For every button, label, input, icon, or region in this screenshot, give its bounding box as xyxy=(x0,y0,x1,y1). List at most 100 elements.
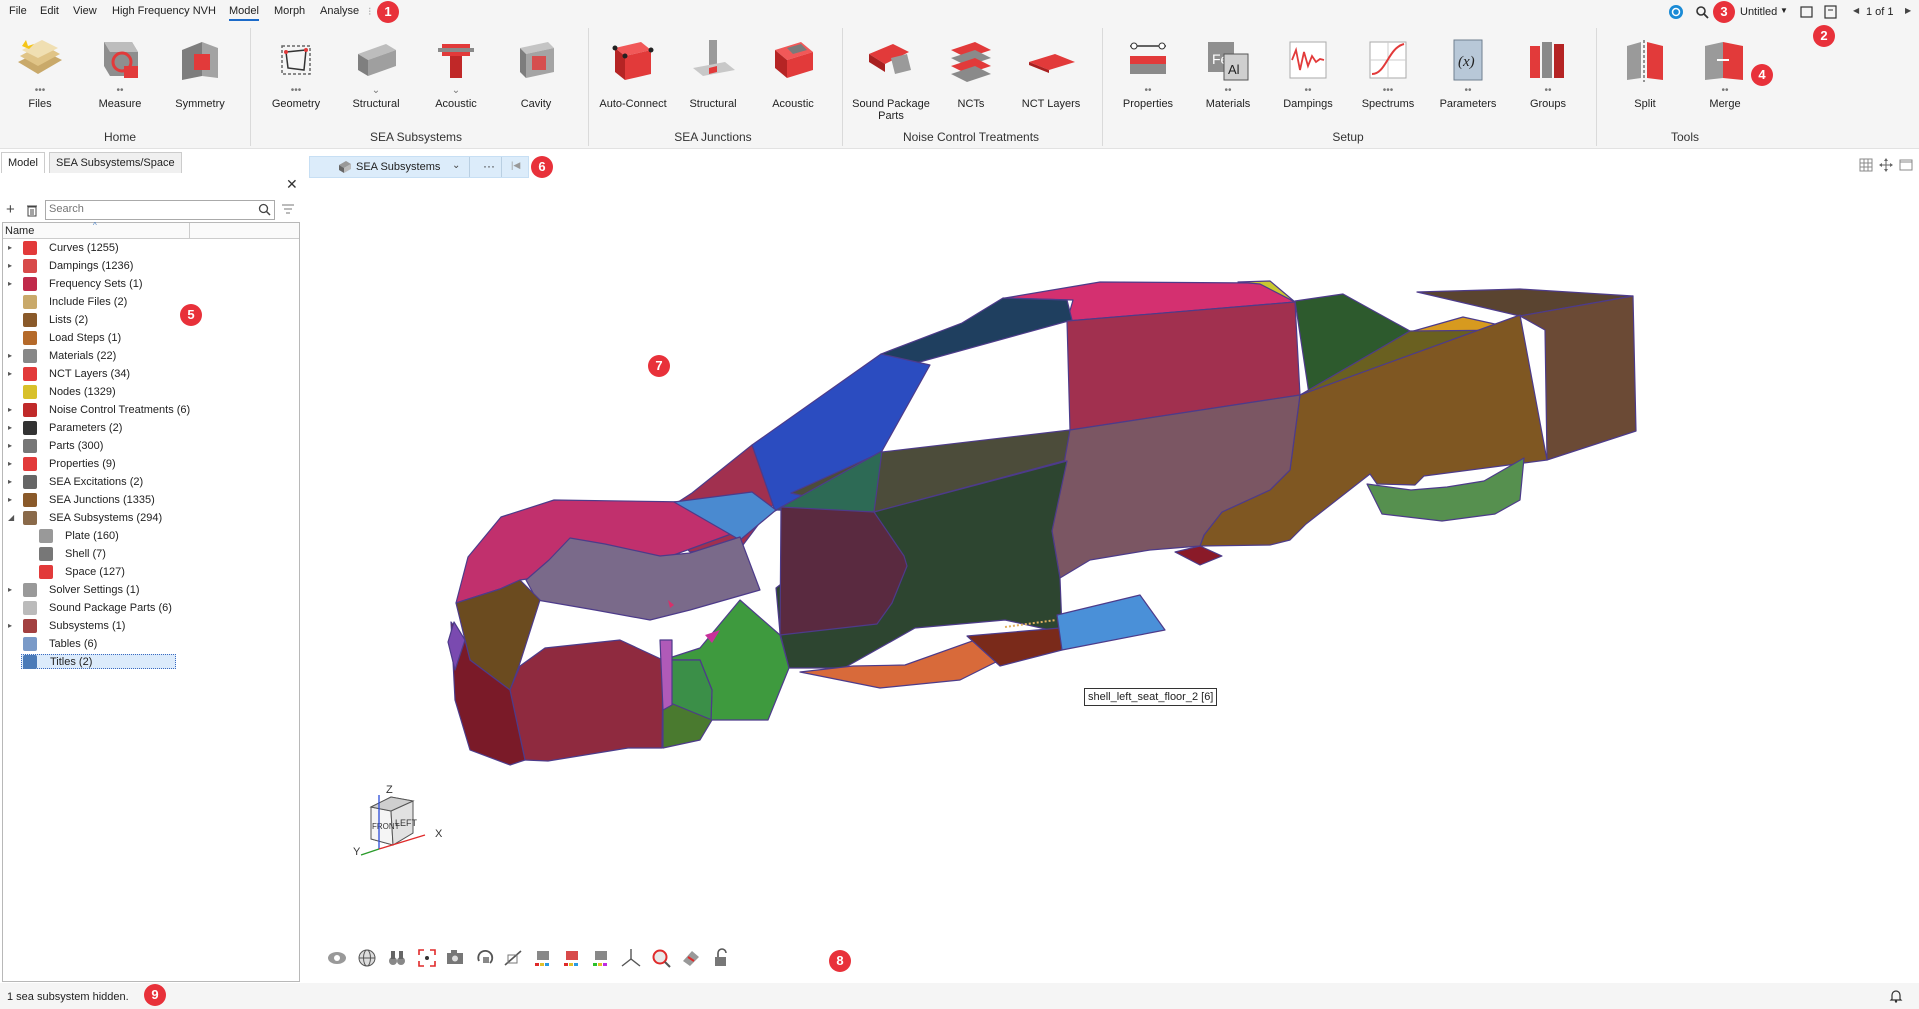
tree-column-header[interactable]: Name ^ xyxy=(3,221,299,239)
menu-view[interactable]: View xyxy=(73,5,97,17)
sound-package-parts-tool[interactable]: Sound Package Parts xyxy=(850,32,932,122)
section-cut-icon[interactable] xyxy=(502,947,524,969)
document-title[interactable]: Untitled xyxy=(1740,6,1777,18)
tab-model[interactable]: Model xyxy=(1,152,45,173)
legend-icon-3[interactable] xyxy=(590,947,612,969)
tree-item[interactable]: Tables (6) xyxy=(3,635,297,653)
tree-item[interactable]: ▸ Subsystems (1) xyxy=(3,617,297,635)
search-box[interactable] xyxy=(45,200,275,220)
view-visibility-icon[interactable] xyxy=(326,947,348,969)
next-page-icon[interactable]: ▶ xyxy=(1905,6,1911,15)
render-mode-icon[interactable] xyxy=(680,947,702,969)
tree-item[interactable]: ▸ Materials (22) xyxy=(3,347,297,365)
tree-item[interactable]: ▸ SEA Excitations (2) xyxy=(3,473,297,491)
lock-icon[interactable] xyxy=(710,947,732,969)
axes-icon[interactable] xyxy=(620,947,642,969)
tree-item[interactable]: Lists (2) xyxy=(3,311,297,329)
tree-item[interactable]: ▸ Parameters (2) xyxy=(3,419,297,437)
tree-item[interactable]: Load Steps (1) xyxy=(3,329,297,347)
camera-icon[interactable] xyxy=(444,947,466,969)
tree-item[interactable]: ▸ Noise Control Treatments (6) xyxy=(3,401,297,419)
measure-tool[interactable]: •• Measure xyxy=(80,32,160,110)
expand-arrow-icon[interactable]: ▸ xyxy=(8,365,12,383)
globe-icon[interactable] xyxy=(356,947,378,969)
column-name-header[interactable]: Name xyxy=(5,225,34,237)
menu-more-icon[interactable]: ⁝ xyxy=(368,5,372,18)
close-icon[interactable]: ✕ xyxy=(286,176,298,193)
structural-junction-tool[interactable]: Structural xyxy=(673,32,753,110)
tree-child-item[interactable]: Space (127) xyxy=(3,563,297,581)
tree-item[interactable]: ◢ SEA Subsystems (294) xyxy=(3,509,297,527)
split-tool[interactable]: Split xyxy=(1605,32,1685,110)
tree-item[interactable]: ▸ Curves (1255) xyxy=(3,239,297,257)
acoustic-junction-tool[interactable]: Acoustic xyxy=(753,32,833,110)
expand-arrow-icon[interactable]: ▸ xyxy=(8,347,12,365)
tree-item[interactable]: ▸ Solver Settings (1) xyxy=(3,581,297,599)
tree-item[interactable]: Sound Package Parts (6) xyxy=(3,599,297,617)
cube-face-left[interactable]: LEFT xyxy=(395,818,418,828)
search-icon[interactable] xyxy=(1695,5,1709,19)
parameters-tool[interactable]: (x) •• Parameters xyxy=(1428,32,1508,110)
properties-tool[interactable]: •• Properties xyxy=(1108,32,1188,110)
window-icon[interactable] xyxy=(1800,5,1814,19)
groups-tool[interactable]: •• Groups xyxy=(1508,32,1588,110)
expand-arrow-icon[interactable]: ▸ xyxy=(8,401,12,419)
tree-item[interactable]: ▸ Properties (9) xyxy=(3,455,297,473)
tree-child-item[interactable]: Plate (160) xyxy=(3,527,297,545)
expand-arrow-icon[interactable]: ▸ xyxy=(8,275,12,293)
symmetry-tool[interactable]: Symmetry xyxy=(160,32,240,110)
tree-item[interactable]: ▸ Parts (300) xyxy=(3,437,297,455)
rocker-panel-rear[interactable] xyxy=(1056,594,1166,651)
ncts-tool[interactable]: NCTs xyxy=(931,32,1011,110)
geometry-tool[interactable]: ••• Geometry xyxy=(256,32,336,110)
auto-connect-tool[interactable]: Auto-Connect xyxy=(593,32,673,110)
legend-icon-2[interactable] xyxy=(561,947,583,969)
expand-arrow-icon[interactable]: ▸ xyxy=(8,257,12,275)
tree-item[interactable]: ▸ Frequency Sets (1) xyxy=(3,275,297,293)
expand-arrow-icon[interactable]: ▸ xyxy=(8,239,12,257)
structural-subsystem-tool[interactable]: ⌄ Structural xyxy=(336,32,416,110)
expand-arrow-icon[interactable]: ▸ xyxy=(8,491,12,509)
expand-arrow-icon[interactable]: ▸ xyxy=(8,473,12,491)
binoculars-icon[interactable] xyxy=(386,947,408,969)
tree-item[interactable]: Include Files (2) xyxy=(3,293,297,311)
tree-item[interactable]: Nodes (1329) xyxy=(3,383,297,401)
collapse-arrow-icon[interactable]: ◢ xyxy=(8,509,14,527)
filter-icon[interactable] xyxy=(281,202,295,216)
menu-file[interactable]: File xyxy=(9,5,27,17)
prev-page-icon[interactable]: ◀ xyxy=(1853,6,1859,15)
acoustic-subsystem-tool[interactable]: ⌄ Acoustic xyxy=(416,32,496,110)
tree-item[interactable]: ▸ NCT Layers (34) xyxy=(3,365,297,383)
menu-high-frequency-nvh[interactable]: High Frequency NVH xyxy=(112,5,216,17)
expand-arrow-icon[interactable]: ▸ xyxy=(8,437,12,455)
expand-arrow-icon[interactable]: ▸ xyxy=(8,581,12,599)
chevron-down-icon[interactable]: ▼ xyxy=(1780,6,1788,15)
zoom-icon[interactable] xyxy=(650,947,672,969)
expand-arrow-icon[interactable]: ▸ xyxy=(8,419,12,437)
add-icon[interactable]: + xyxy=(6,201,15,218)
front-bumper[interactable] xyxy=(509,639,664,762)
notification-bell-icon[interactable] xyxy=(1889,989,1903,1003)
menu-edit[interactable]: Edit xyxy=(40,5,59,17)
car-model-3d[interactable] xyxy=(300,150,1919,981)
delete-icon[interactable] xyxy=(26,204,38,217)
tab-sea-subsystems-space[interactable]: SEA Subsystems/Space xyxy=(49,152,182,173)
rotate-icon[interactable] xyxy=(474,947,496,969)
expand-arrow-icon[interactable]: ▸ xyxy=(8,617,12,635)
nct-layers-tool[interactable]: NCT Layers xyxy=(1011,32,1091,110)
tree-child-item[interactable]: Shell (7) xyxy=(3,545,297,563)
tree-item[interactable]: Titles (2) xyxy=(3,653,297,671)
fit-view-icon[interactable] xyxy=(416,947,438,969)
tree-item[interactable]: ▸ SEA Junctions (1335) xyxy=(3,491,297,509)
tree-item[interactable]: ▸ Dampings (1236) xyxy=(3,257,297,275)
page-icon[interactable] xyxy=(1824,5,1838,19)
menu-model[interactable]: Model xyxy=(229,5,259,21)
view-cube[interactable]: FRONT LEFT Z X Y xyxy=(353,783,453,873)
menu-morph[interactable]: Morph xyxy=(274,5,305,17)
legend-icon-1[interactable] xyxy=(532,947,554,969)
cavity-tool[interactable]: Cavity xyxy=(496,32,576,110)
dampings-tool[interactable]: •• Dampings xyxy=(1268,32,1348,110)
menu-analyse[interactable]: Analyse xyxy=(320,5,359,17)
chat-icon[interactable] xyxy=(1668,4,1684,20)
files-tool[interactable]: ••• Files xyxy=(0,32,80,110)
